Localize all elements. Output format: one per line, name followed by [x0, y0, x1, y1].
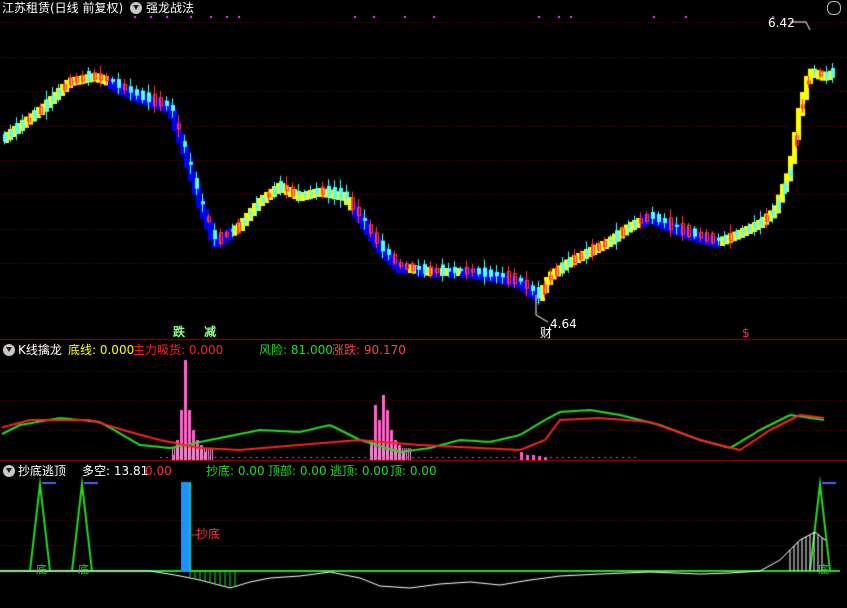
indicator-dropdown-icon[interactable]	[130, 2, 142, 14]
stock-title: 江苏租赁(日线 前复权)	[2, 1, 124, 15]
indicator-name[interactable]: 强龙战法	[146, 1, 194, 15]
chart-canvas[interactable]	[0, 0, 847, 608]
panel3-duokong: 多空: 13.81	[82, 464, 149, 478]
panel2-zhuli: 主力吸货: 0.000	[133, 343, 224, 357]
panel3-dingbu: 顶部: 0.00	[268, 464, 327, 478]
panel-menu-icon[interactable]	[827, 1, 841, 15]
marker-jian: 减	[204, 325, 217, 339]
panel2-dropdown-icon[interactable]	[3, 344, 15, 356]
panel3-ding: 顶: 0.00	[390, 464, 437, 478]
panel2-name[interactable]: K线擒龙	[18, 343, 62, 357]
marker-cai: 财	[540, 326, 553, 340]
panel3-chaodi: 抄底: 0.00	[206, 464, 265, 478]
panel3-name[interactable]: 抄底逃顶	[18, 464, 66, 478]
panel3-dropdown-icon[interactable]	[3, 465, 15, 477]
panel2-dixian: 底线: 0.000	[68, 343, 135, 357]
marker-s: $	[742, 326, 750, 340]
panel2-fengxian: 风险: 81.000	[259, 343, 333, 357]
chaodi-annotation: 抄底	[196, 527, 221, 541]
panel3-value2: 0.00	[145, 464, 172, 478]
low-price-label: 4.64	[550, 317, 577, 331]
high-price-label: 6.42	[768, 16, 795, 30]
marker-die: 跌	[173, 325, 186, 339]
di-label-2: 底	[78, 563, 89, 576]
di-label-3: 底	[818, 563, 829, 576]
panel2-zhangdie: 涨跌: 90.170	[332, 343, 406, 357]
panel3-taoding: 逃顶: 0.00	[330, 464, 389, 478]
di-label-1: 底	[36, 563, 47, 576]
